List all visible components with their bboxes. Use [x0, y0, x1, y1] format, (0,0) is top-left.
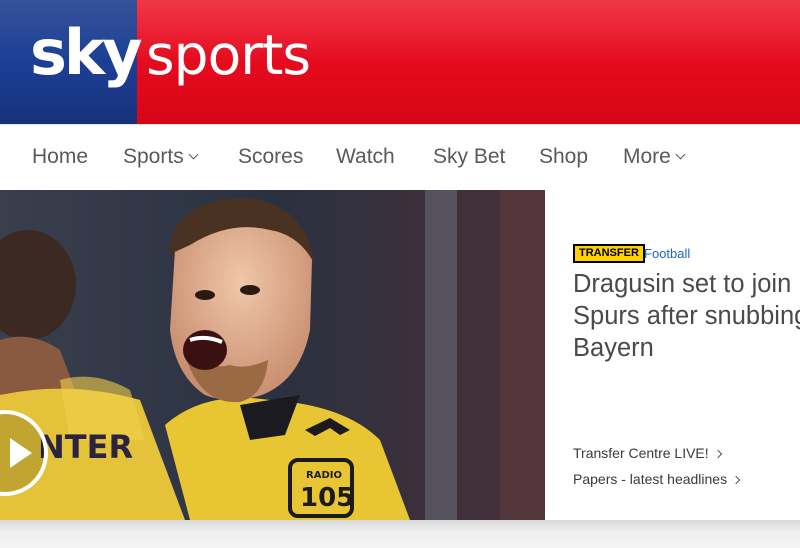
sky-logo[interactable]: sky: [30, 22, 143, 84]
football-player-photo-icon: NTER RADIO 105: [0, 190, 545, 520]
hero-image[interactable]: NTER RADIO 105: [0, 190, 545, 520]
story-panel: TRANSFER Football Dragusin set to join S…: [545, 190, 800, 520]
site-header: sky sports: [0, 0, 800, 124]
nav-scores[interactable]: Scores: [238, 145, 303, 169]
nav-home[interactable]: Home: [32, 145, 88, 169]
svg-text:105: 105: [300, 483, 354, 513]
papers-link[interactable]: Papers - latest headlines: [573, 471, 741, 487]
svg-text:NTER: NTER: [38, 428, 133, 466]
nav-sky-bet[interactable]: Sky Bet: [433, 145, 505, 169]
chevron-down-icon: [188, 149, 199, 160]
chevron-right-icon: [713, 449, 722, 459]
page-bottom-bar: [0, 520, 800, 548]
nav-sports[interactable]: Sports: [123, 145, 199, 169]
nav-more[interactable]: More: [623, 145, 686, 169]
headline-link[interactable]: Dragusin set to join Spurs after snubbin…: [573, 268, 800, 364]
chevron-down-icon: [675, 149, 686, 160]
main-nav: Home Sports Scores Watch Sky Bet Shop Mo…: [0, 124, 800, 190]
transfer-badge: TRANSFER: [573, 244, 645, 263]
nav-watch[interactable]: Watch: [336, 145, 395, 169]
chevron-right-icon: [731, 475, 741, 485]
nav-shop[interactable]: Shop: [539, 145, 588, 169]
transfer-centre-link[interactable]: Transfer Centre LIVE!: [573, 445, 722, 461]
category-link[interactable]: Football: [644, 246, 690, 261]
sports-logo[interactable]: sports: [146, 28, 311, 83]
svg-text:RADIO: RADIO: [306, 470, 342, 481]
